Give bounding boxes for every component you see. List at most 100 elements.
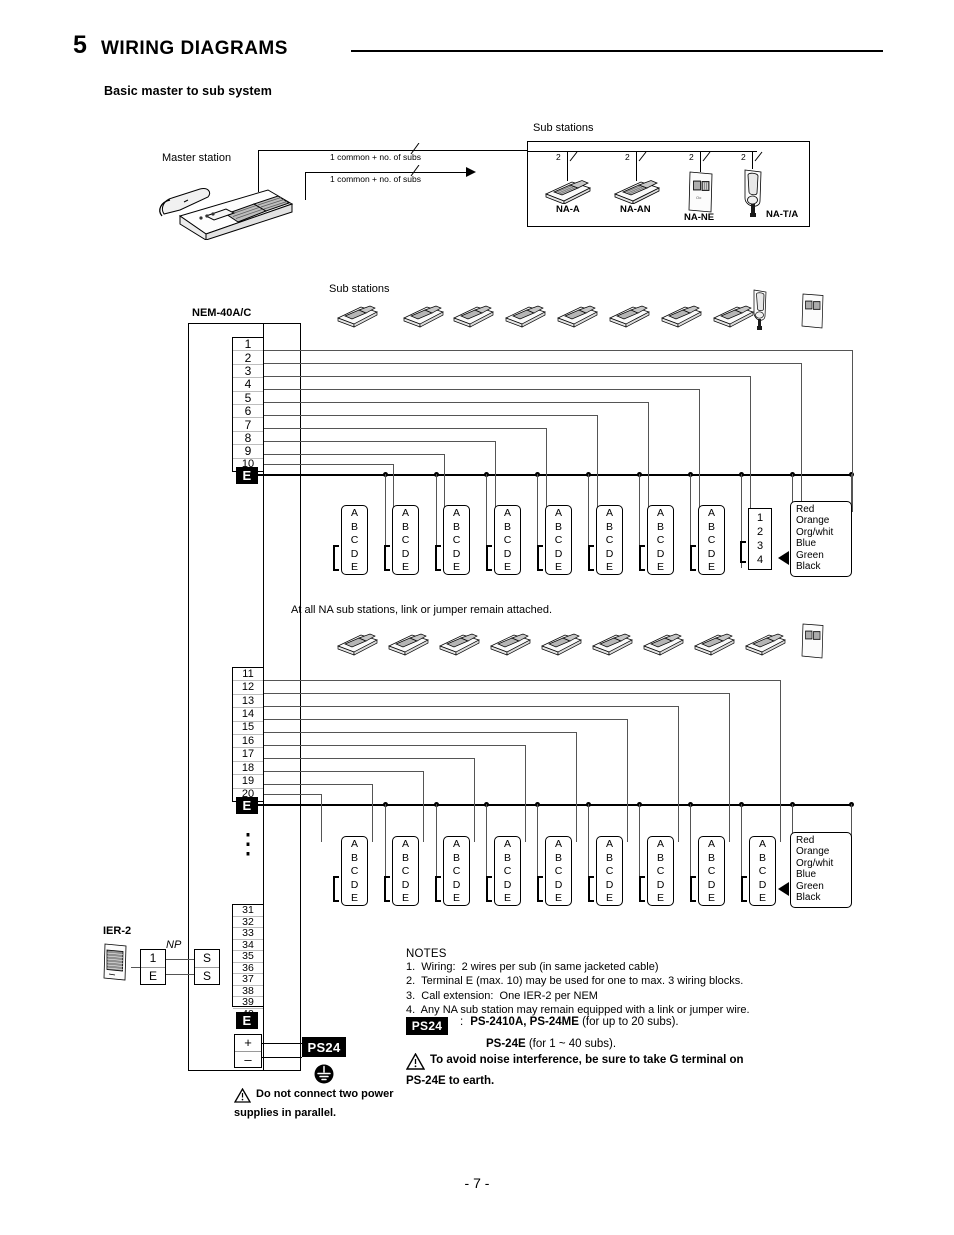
mid-note: At all NA sub stations, link or jumper r… — [291, 604, 553, 616]
signal-line-5 — [264, 402, 648, 403]
terminal-strip-1-10[interactable]: 1 2 3 4 5 6 7 8 9 10 — [232, 337, 264, 472]
terminal-1[interactable]: 1 — [233, 338, 263, 352]
connector-block[interactable]: A B C D E — [384, 836, 419, 906]
connector-pin-b: B — [554, 520, 562, 533]
ier-remote-s-bottom[interactable]: S — [195, 968, 219, 985]
terminal-4[interactable]: 4 — [233, 378, 263, 392]
terminal-8[interactable]: 8 — [233, 432, 263, 446]
earth-bus-row-2 — [258, 804, 853, 806]
connector-pin-d: D — [605, 878, 614, 891]
ier-terminal-1[interactable]: 1 — [141, 950, 165, 968]
signal-line-17 — [264, 758, 474, 759]
signal-drop-6 — [597, 415, 598, 512]
terminal-39[interactable]: 39 — [233, 997, 263, 1009]
terminal-33[interactable]: 33 — [233, 928, 263, 940]
terminal-strip-11-20[interactable]: 11 12 13 14 15 16 17 18 19 20 — [232, 667, 264, 802]
jumper-link-icon — [537, 876, 543, 902]
connector-block[interactable]: A B C D E — [486, 505, 521, 575]
connector-pin-d: D — [605, 547, 614, 560]
signal-line-12 — [264, 693, 729, 694]
signal-line-18 — [264, 771, 423, 772]
connector-block[interactable]: A B C D E — [384, 505, 419, 575]
connector-block[interactable]: A B C D E — [537, 505, 572, 575]
connector-block[interactable]: A B C D E — [435, 836, 470, 906]
connector-pin-c: C — [656, 534, 665, 547]
numeric-connector-block[interactable]: 1 2 3 4 — [740, 508, 772, 570]
connector-pin-c: C — [401, 534, 410, 547]
earth-chip-3[interactable]: E — [236, 1012, 258, 1029]
terminal-3[interactable]: 3 — [233, 365, 263, 379]
terminal-2[interactable]: 2 — [233, 351, 263, 365]
connector-pin-a: A — [656, 507, 664, 519]
connector-block[interactable]: A B C D E — [537, 836, 572, 906]
terminal-6[interactable]: 6 — [233, 405, 263, 419]
ier-wire-e — [166, 974, 194, 975]
terminal-35[interactable]: 35 — [233, 951, 263, 963]
connector-block[interactable]: A B C D E — [588, 836, 623, 906]
terminal-16[interactable]: 16 — [233, 735, 263, 749]
connector-block[interactable]: A B C D E — [486, 836, 521, 906]
connector-pin-c: C — [605, 865, 614, 878]
signal-drop-1 — [852, 350, 853, 512]
connector-pin-e: E — [707, 892, 715, 905]
connector-pin-a: A — [503, 507, 511, 519]
earth-chip-2[interactable]: E — [236, 797, 258, 814]
connector-pin-d: D — [554, 547, 563, 560]
ier-speaker-icon — [101, 941, 131, 983]
terminal-12[interactable]: 12 — [233, 681, 263, 695]
terminal-7[interactable]: 7 — [233, 418, 263, 432]
connector-pin-d: D — [707, 878, 716, 891]
connector-block[interactable]: A B C D E — [639, 505, 674, 575]
terminal-14[interactable]: 14 — [233, 708, 263, 722]
signal-line-15 — [264, 732, 576, 733]
power-terminal-plus[interactable]: + — [235, 1035, 261, 1052]
note-item-2: 2. Terminal E (max. 10) may be used for … — [406, 975, 744, 988]
ps24-chip-diagram[interactable]: PS24 — [302, 1037, 346, 1057]
terminal-strip-31-40[interactable]: 31 32 33 34 35 36 37 38 39 40 — [232, 904, 264, 1019]
earth-chip-1[interactable]: E — [236, 467, 258, 484]
notes-section: NOTES 1. Wiring: 2 wires per sub (in sam… — [406, 948, 876, 1017]
connector-block[interactable]: A B C D E — [639, 836, 674, 906]
connector-pin-d: D — [503, 547, 512, 560]
connector-block[interactable]: A B C D E — [690, 836, 725, 906]
connector-block[interactable]: A B C D E — [435, 505, 470, 575]
terminal-5[interactable]: 5 — [233, 392, 263, 406]
terminal-17[interactable]: 17 — [233, 748, 263, 762]
ier-remote-s-top[interactable]: S — [195, 950, 219, 968]
signal-line-16 — [264, 745, 525, 746]
jumper-link-icon — [384, 545, 390, 571]
wall-plate-icon — [800, 622, 826, 660]
terminal-15[interactable]: 15 — [233, 722, 263, 736]
terminal-31[interactable]: 31 — [233, 905, 263, 917]
jumper-link-icon — [690, 876, 696, 902]
connector-pin-e: E — [758, 892, 766, 905]
numeric-pin-4: 4 — [756, 553, 764, 566]
wire-color-legend-row-2: Red Orange Org/whit Blue Green Black — [790, 832, 852, 908]
ier-terminal-block[interactable]: 1 E — [140, 949, 166, 985]
legend-color-orgwhit: Org/whit — [796, 857, 834, 869]
connector-pin-b: B — [758, 851, 766, 864]
connector-block[interactable]: A B C D E — [333, 836, 368, 906]
power-terminal-minus[interactable]: – — [235, 1052, 261, 1068]
terminal-13[interactable]: 13 — [233, 695, 263, 709]
connector-block[interactable]: A B C D E — [333, 505, 368, 575]
terminal-19[interactable]: 19 — [233, 775, 263, 789]
connector-pin-c: C — [707, 534, 716, 547]
connector-block[interactable]: A B C D E — [588, 505, 623, 575]
terminal-9[interactable]: 9 — [233, 445, 263, 459]
terminal-37[interactable]: 37 — [233, 974, 263, 986]
connector-pin-a: A — [401, 507, 409, 519]
ier-remote-block[interactable]: S S — [194, 949, 220, 985]
connector-block[interactable]: A B C D E — [690, 505, 725, 575]
terminal-11[interactable]: 11 — [233, 668, 263, 682]
ps24-spec: PS24 : PS-2410A, PS-24ME (for up to 20 s… — [406, 1016, 846, 1050]
terminal-18[interactable]: 18 — [233, 762, 263, 776]
wire-color-legend-row-1: Red Orange Org/whit Blue Green Black — [790, 501, 852, 577]
connector-block[interactable]: A B C D E — [741, 836, 776, 906]
connector-pin-e: E — [503, 892, 511, 905]
power-terminal-block[interactable]: + – — [234, 1034, 262, 1068]
connector-pin-a: A — [656, 838, 664, 850]
legend-color-red: Red — [796, 835, 815, 846]
warning-power-text: Do not connect two power supplies in par… — [234, 1088, 394, 1120]
ier-terminal-e[interactable]: E — [141, 968, 165, 985]
